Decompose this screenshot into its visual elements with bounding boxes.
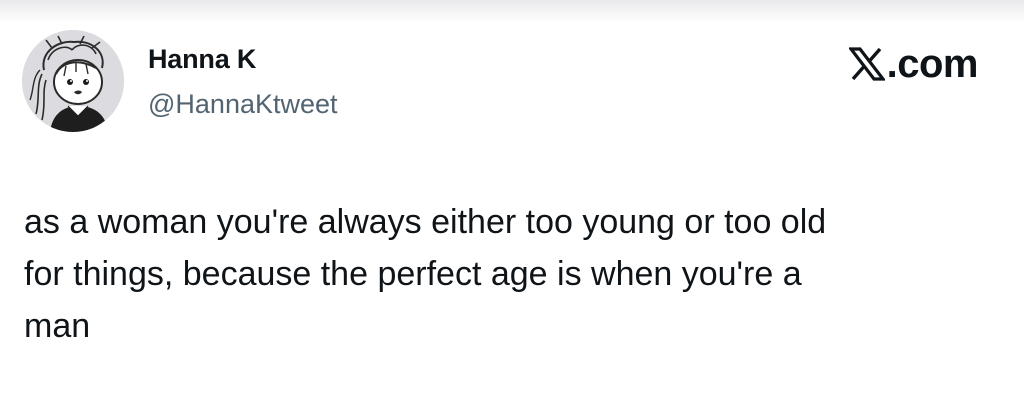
author-display-name[interactable]: Hanna K [148, 44, 256, 75]
avatar[interactable] [22, 30, 124, 132]
author-handle[interactable]: @HannaKtweet [148, 89, 338, 120]
tweet-card: Hanna K @HannaKtweet .com as a woman you… [0, 0, 1024, 408]
x-logo-icon [847, 47, 886, 81]
tweet-text: as a woman you're always either too youn… [24, 203, 827, 345]
cartoon-girl-avatar-icon [22, 30, 124, 132]
x-brand-logo: .com [847, 42, 979, 86]
brand-domain-text: .com [886, 42, 979, 86]
